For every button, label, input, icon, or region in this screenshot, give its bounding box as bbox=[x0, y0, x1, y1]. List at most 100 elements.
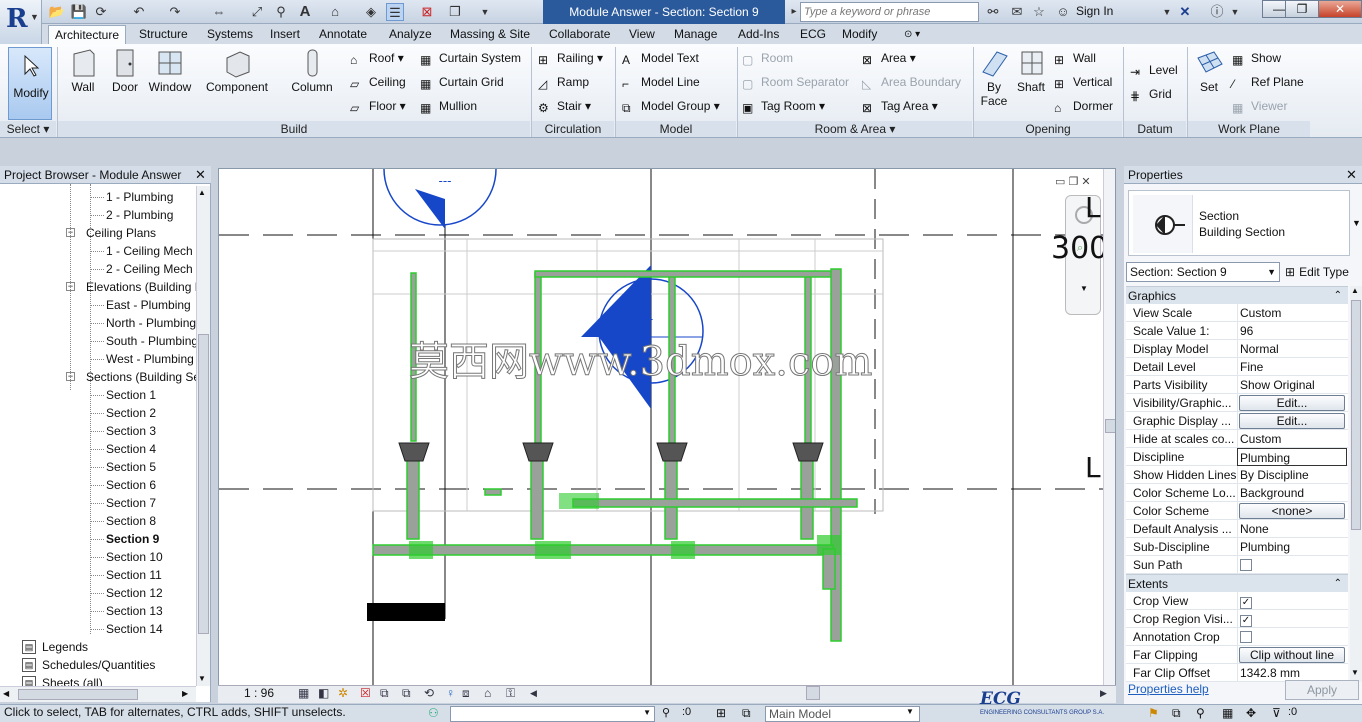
door-button[interactable]: Door bbox=[106, 48, 144, 94]
chevron-down-icon[interactable]: ▼ bbox=[1158, 3, 1176, 21]
favorites-star-icon[interactable]: ☆ bbox=[1030, 3, 1048, 21]
open-icon[interactable]: 📂 bbox=[48, 3, 66, 21]
edit-type-button[interactable]: ⊞ Edit Type bbox=[1285, 262, 1349, 282]
curtain-system-button[interactable]: ▦ Curtain System bbox=[420, 48, 521, 68]
modify-button[interactable]: Modify bbox=[8, 47, 52, 120]
browser-item[interactable]: Section 3 bbox=[106, 422, 156, 440]
property-value[interactable]: Fine bbox=[1237, 358, 1347, 376]
browser-item[interactable]: Section 2 bbox=[106, 404, 156, 422]
tag-icon[interactable]: ⚲ bbox=[272, 3, 290, 21]
scrollbar-thumb[interactable] bbox=[198, 334, 209, 634]
select-underlay-icon[interactable]: ⧉ bbox=[1172, 706, 1181, 721]
roof-button[interactable]: ⌂ Roof ▾ bbox=[350, 48, 404, 68]
scroll-left-icon[interactable]: ◀ bbox=[530, 686, 544, 700]
exchange-apps-icon[interactable]: ✕ bbox=[1176, 3, 1194, 21]
viewer-button[interactable]: ▦ Viewer bbox=[1232, 96, 1287, 116]
tab-view[interactable]: View bbox=[623, 25, 661, 44]
floor-button[interactable]: ▱ Floor ▾ bbox=[350, 96, 406, 116]
wall-opening-button[interactable]: ⊞ Wall bbox=[1054, 48, 1096, 68]
chevron-down-icon[interactable]: ▼ bbox=[1226, 3, 1244, 21]
browser-item[interactable]: Section 1 bbox=[106, 386, 156, 404]
browser-item[interactable]: Section 13 bbox=[106, 602, 163, 620]
wall-button[interactable]: Wall bbox=[64, 48, 102, 94]
worksharing-display-icon[interactable]: ⌂ bbox=[484, 686, 498, 700]
property-value[interactable]: None bbox=[1237, 520, 1347, 538]
filter-icon[interactable]: ⊽ bbox=[1272, 706, 1281, 720]
hscrollbar-thumb[interactable] bbox=[18, 689, 138, 700]
view-scale-selector[interactable]: 1 : 96 bbox=[244, 686, 274, 700]
browser-item[interactable]: 2 - Plumbing bbox=[106, 206, 173, 224]
scroll-down-icon[interactable]: ▼ bbox=[198, 674, 206, 683]
tab-structure[interactable]: Structure bbox=[133, 25, 194, 44]
tab-architecture[interactable]: Architecture bbox=[48, 25, 127, 44]
close-hidden-icon[interactable]: ⊠ bbox=[418, 3, 436, 21]
tab-ecg[interactable]: ECG bbox=[794, 25, 832, 44]
property-value[interactable]: 96 bbox=[1237, 322, 1347, 340]
property-group-header[interactable]: Extents ⌃ bbox=[1126, 574, 1348, 592]
browser-item[interactable]: South - Plumbing bbox=[106, 332, 198, 350]
properties-scroll-thumb[interactable] bbox=[1351, 300, 1361, 530]
chevron-down-icon[interactable]: ▼ bbox=[1080, 284, 1088, 293]
drag-elements-icon[interactable]: ✥ bbox=[1246, 706, 1256, 720]
browser-item[interactable]: 2 - Ceiling Mech bbox=[106, 260, 193, 278]
application-menu-button[interactable]: R ▼ bbox=[0, 0, 42, 44]
browser-item[interactable]: Section 12 bbox=[106, 584, 163, 602]
save-icon[interactable]: 💾 bbox=[70, 3, 88, 21]
browser-item[interactable]: Section 8 bbox=[106, 512, 156, 530]
scroll-right-icon[interactable]: ▶ bbox=[182, 689, 188, 698]
browser-item[interactable]: Elevations (Building Elevation) bbox=[86, 278, 210, 296]
visual-style-icon[interactable]: ◧ bbox=[318, 686, 332, 700]
ceiling-button[interactable]: ▱ Ceiling bbox=[350, 72, 406, 92]
property-group-header[interactable]: Graphics ⌃ bbox=[1126, 286, 1348, 304]
show-crop-icon[interactable]: ⧉ bbox=[402, 686, 416, 700]
sun-path-icon[interactable]: ✲ bbox=[338, 686, 352, 700]
stair-button[interactable]: ⚙ Stair ▾ bbox=[538, 96, 591, 116]
property-value[interactable]: Plumbing bbox=[1237, 448, 1347, 466]
panel-select-title[interactable]: Select ▾ bbox=[0, 121, 56, 137]
undo-icon[interactable]: ↶ bbox=[130, 3, 148, 21]
property-value[interactable]: Show Original bbox=[1237, 376, 1347, 394]
switch-windows-icon[interactable]: ❐ bbox=[446, 3, 464, 21]
scroll-up-icon[interactable]: ▲ bbox=[1351, 286, 1359, 295]
browser-item[interactable]: Sections (Building Section) bbox=[86, 368, 210, 386]
property-checkbox[interactable]: ✓ bbox=[1240, 615, 1252, 627]
instance-filter-select[interactable]: Section: Section 9 ▼ bbox=[1126, 262, 1280, 282]
customize-toolbar-icon[interactable]: ▼ bbox=[476, 3, 494, 21]
model-icon[interactable]: ⧉ bbox=[742, 706, 751, 721]
ramp-button[interactable]: ◿ Ramp bbox=[538, 72, 589, 92]
select-by-face-icon[interactable]: ▦ bbox=[1222, 706, 1233, 720]
close-window-button[interactable]: ✕ bbox=[1318, 0, 1362, 18]
browser-item[interactable]: North - Plumbing bbox=[106, 314, 196, 332]
shaft-button[interactable]: Shaft bbox=[1014, 48, 1048, 94]
select-pinned-icon[interactable]: ⚲ bbox=[1196, 706, 1205, 720]
railing-button[interactable]: ⊞ Railing ▾ bbox=[538, 48, 603, 68]
tab-annotate[interactable]: Annotate bbox=[313, 25, 373, 44]
design-options-icon[interactable]: ⊞ bbox=[716, 706, 726, 720]
reveal-constraints-icon[interactable]: ⚿ bbox=[506, 686, 520, 700]
property-value[interactable]: Normal bbox=[1237, 340, 1347, 358]
by-face-button[interactable]: By Face bbox=[978, 48, 1010, 108]
text-icon[interactable]: A bbox=[296, 3, 314, 21]
view-window-controls[interactable]: ▭ ❐ ✕ bbox=[1055, 175, 1091, 188]
browser-item[interactable]: 1 - Plumbing bbox=[106, 188, 173, 206]
model-line-button[interactable]: ⌐ Model Line bbox=[622, 72, 700, 92]
temp-view-properties-icon[interactable]: ⧈ bbox=[462, 686, 476, 700]
scroll-up-icon[interactable]: ▲ bbox=[198, 188, 206, 197]
room-button[interactable]: ▢ Room bbox=[742, 48, 793, 68]
property-edit-button[interactable]: Clip without line bbox=[1239, 647, 1345, 663]
browser-item[interactable]: Section 14 bbox=[106, 620, 163, 638]
tag-room-button[interactable]: ▣ Tag Room ▾ bbox=[742, 96, 825, 116]
mullion-button[interactable]: ▦ Mullion bbox=[420, 96, 477, 116]
communication-icon[interactable]: ✉ bbox=[1008, 3, 1026, 21]
set-workplane-button[interactable]: Set bbox=[1192, 48, 1226, 94]
chevron-down-icon[interactable]: ▼ bbox=[1352, 218, 1361, 228]
ribbon-minimize-toggle[interactable]: ⊙ ▾ bbox=[898, 25, 926, 44]
section-icon[interactable]: ◈ bbox=[362, 3, 380, 21]
drawing-canvas[interactable]: --- - 莫西网www.3dmox.com ▭ ❐ ✕ ⌕ ▼ 300 L L bbox=[218, 168, 1116, 686]
property-value[interactable]: Custom bbox=[1237, 304, 1347, 322]
design-option-select[interactable]: Main Model bbox=[765, 706, 920, 722]
dormer-button[interactable]: ⌂ Dormer bbox=[1054, 96, 1113, 116]
temporary-hide-icon[interactable]: ⟲ bbox=[424, 686, 438, 700]
tab-modify[interactable]: Modify bbox=[836, 25, 883, 44]
browser-item[interactable]: East - Plumbing bbox=[106, 296, 191, 314]
